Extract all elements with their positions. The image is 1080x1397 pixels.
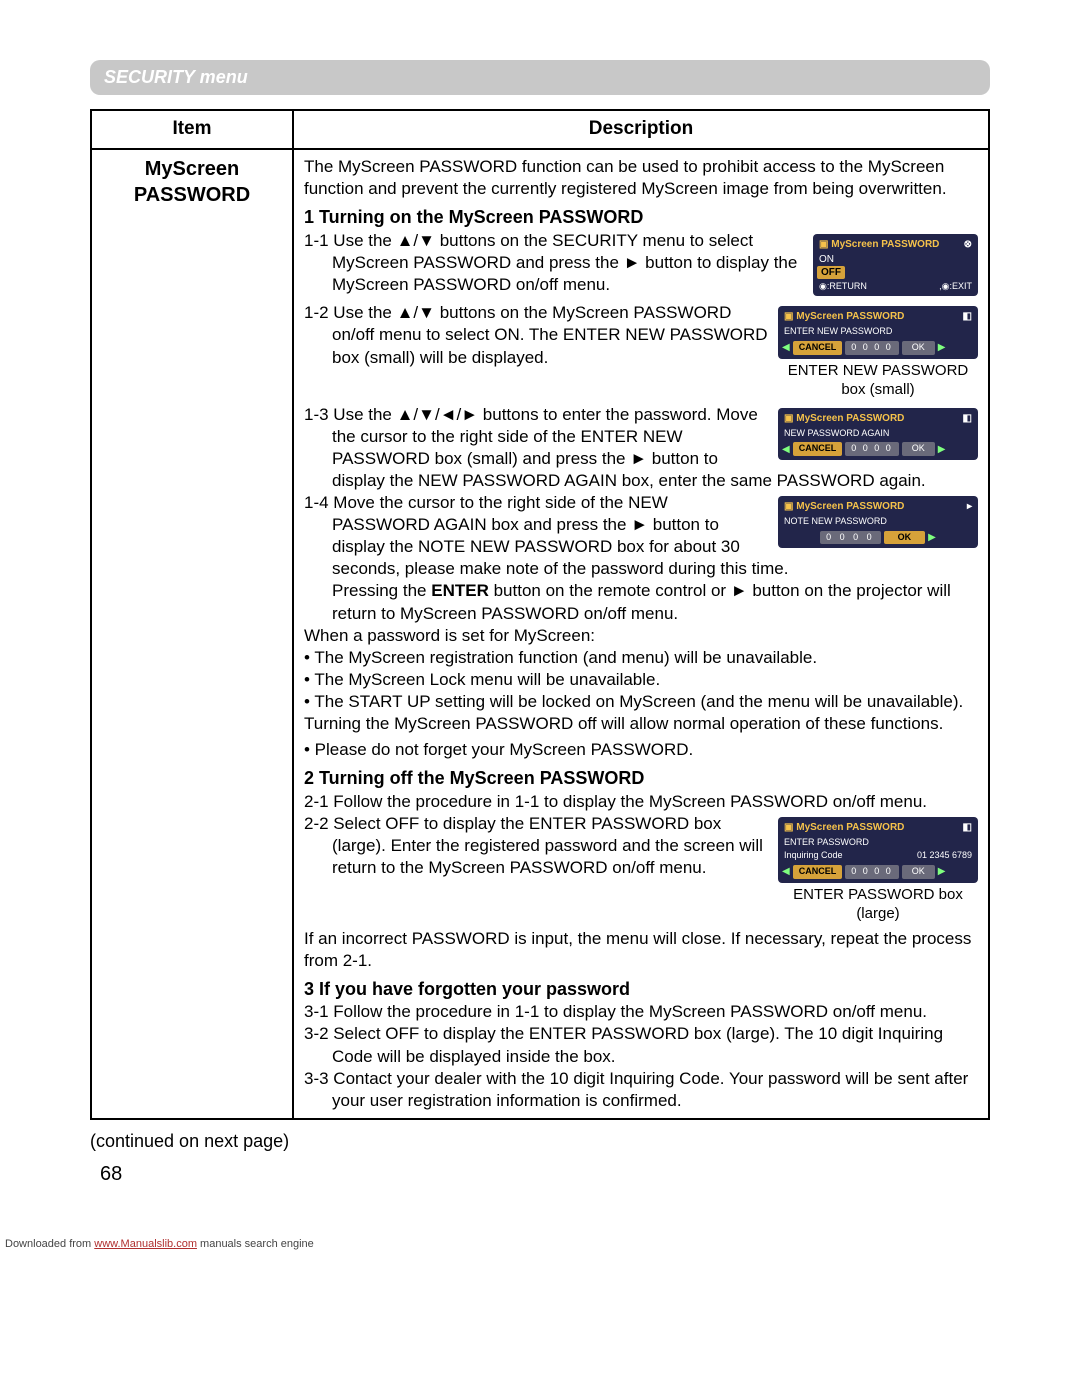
right-arrow-icon: ▶: [928, 531, 936, 544]
sec1-heading: 1 Turning on the MyScreen PASSWORD: [304, 206, 978, 229]
description-cell: The MyScreen PASSWORD function can be us…: [293, 149, 989, 1119]
osd-sub-enter-new: ENTER NEW PASSWORD: [782, 325, 974, 339]
nav-icon: ◧: [963, 310, 972, 323]
when-forget: • Please do not forget your MyScreen PAS…: [304, 739, 978, 761]
security-menu-banner: SECURITY menu: [90, 60, 990, 95]
osd-sub-again: NEW PASSWORD AGAIN: [782, 427, 974, 441]
item-cell: MyScreen PASSWORD: [91, 149, 293, 1119]
osd-code: 0 0 0 0: [820, 531, 881, 545]
when-b3: • The START UP setting will be locked on…: [304, 691, 978, 713]
osd-inq-label: Inquiring Code: [784, 850, 843, 862]
right-arrow-icon: ▶: [938, 865, 946, 878]
osd-enter-new: ▣ MyScreen PASSWORD ◧ ENTER NEW PASSWORD…: [778, 306, 978, 358]
sec1-4b: Pressing the ENTER button on the remote …: [304, 580, 978, 624]
osd-return: ◉:RETURN: [819, 281, 867, 293]
sec3-1: 3-1 Follow the procedure in 1-1 to displ…: [304, 1001, 978, 1023]
when-b2: • The MyScreen Lock menu will be unavail…: [304, 669, 978, 691]
osd-title-text: ▣ MyScreen PASSWORD: [784, 821, 904, 834]
osd-note: ▣ MyScreen PASSWORD ▸ NOTE NEW PASSWORD …: [778, 496, 978, 548]
item-name-l2: PASSWORD: [102, 182, 282, 208]
osd-again: ▣ MyScreen PASSWORD ◧ NEW PASSWORD AGAIN…: [778, 408, 978, 460]
osd-cancel: CANCEL: [793, 442, 843, 456]
osd-on: ON: [817, 253, 974, 266]
osd-exit: ,◉:EXIT: [939, 281, 972, 293]
intro-text: The MyScreen PASSWORD function can be us…: [304, 156, 978, 200]
osd-enter-large: ▣ MyScreen PASSWORD ◧ ENTER PASSWORD Inq…: [778, 817, 978, 883]
col-item-header: Item: [91, 110, 293, 149]
osd-onoff: ▣ MyScreen PASSWORD ⊗ ON OFF ◉:RETURN ,◉…: [813, 234, 978, 297]
osd-code: 0 0 0 0: [845, 865, 899, 879]
left-arrow-icon: ◀: [782, 865, 790, 878]
osd-sub-enter: ENTER PASSWORD: [782, 836, 974, 850]
osd-ok: OK: [902, 341, 935, 355]
security-table: Item Description MyScreen PASSWORD The M…: [90, 109, 990, 1119]
col-desc-header: Description: [293, 110, 989, 149]
manualslib-link[interactable]: www.Manualslib.com: [94, 1238, 197, 1250]
osd-ok: OK: [902, 865, 935, 879]
continued-note: (continued on next page): [90, 1130, 990, 1153]
osd-caption-large: ENTER PASSWORD box (large): [778, 885, 978, 924]
sec2-1: 2-1 Follow the procedure in 1-1 to displ…: [304, 791, 978, 813]
osd-title-text: ▣ MyScreen PASSWORD: [784, 412, 904, 425]
sec2-heading: 2 Turning off the MyScreen PASSWORD: [304, 767, 978, 790]
osd-cancel: CANCEL: [793, 865, 843, 879]
osd-ok-btn: OK: [884, 531, 926, 545]
sec3-2: 3-2 Select OFF to display the ENTER PASS…: [304, 1023, 978, 1067]
right-arrow-icon: ▶: [938, 341, 946, 354]
close-icon: ⊗: [964, 238, 972, 251]
page-number: 68: [100, 1161, 990, 1187]
left-arrow-icon: ◀: [782, 341, 790, 354]
osd-off-selected: OFF: [817, 266, 845, 279]
nav-icon: ▸: [967, 500, 972, 513]
nav-icon: ◧: [963, 412, 972, 425]
when-b1: • The MyScreen registration function (an…: [304, 647, 978, 669]
sec2-wrong: If an incorrect PASSWORD is input, the m…: [304, 928, 978, 972]
osd-title-text: ▣ MyScreen PASSWORD: [784, 500, 904, 513]
osd-sub-note: NOTE NEW PASSWORD: [782, 515, 974, 529]
right-arrow-icon: ▶: [938, 443, 946, 456]
sec3-heading: 3 If you have forgotten your password: [304, 978, 978, 1001]
osd-code: 0 0 0 0: [845, 341, 899, 355]
when-set: When a password is set for MyScreen:: [304, 625, 978, 647]
osd-title-text: ▣ MyScreen PASSWORD: [784, 310, 904, 323]
sec3-3: 3-3 Contact your dealer with the 10 digi…: [304, 1068, 978, 1112]
osd-ok: OK: [902, 442, 935, 456]
osd-caption-small: ENTER NEW PASSWORD box (small): [778, 361, 978, 400]
footer: Downloaded from www.Manualslib.com manua…: [0, 1237, 1080, 1251]
when-off: Turning the MyScreen PASSWORD off will a…: [304, 713, 978, 735]
left-arrow-icon: ◀: [782, 443, 790, 456]
nav-icon: ◧: [963, 821, 972, 834]
osd-cancel: CANCEL: [793, 341, 843, 355]
osd-title-text: ▣ MyScreen PASSWORD: [819, 238, 939, 251]
osd-code: 0 0 0 0: [845, 442, 899, 456]
item-name-l1: MyScreen: [102, 156, 282, 182]
osd-inq-code: 01 2345 6789: [917, 850, 972, 862]
